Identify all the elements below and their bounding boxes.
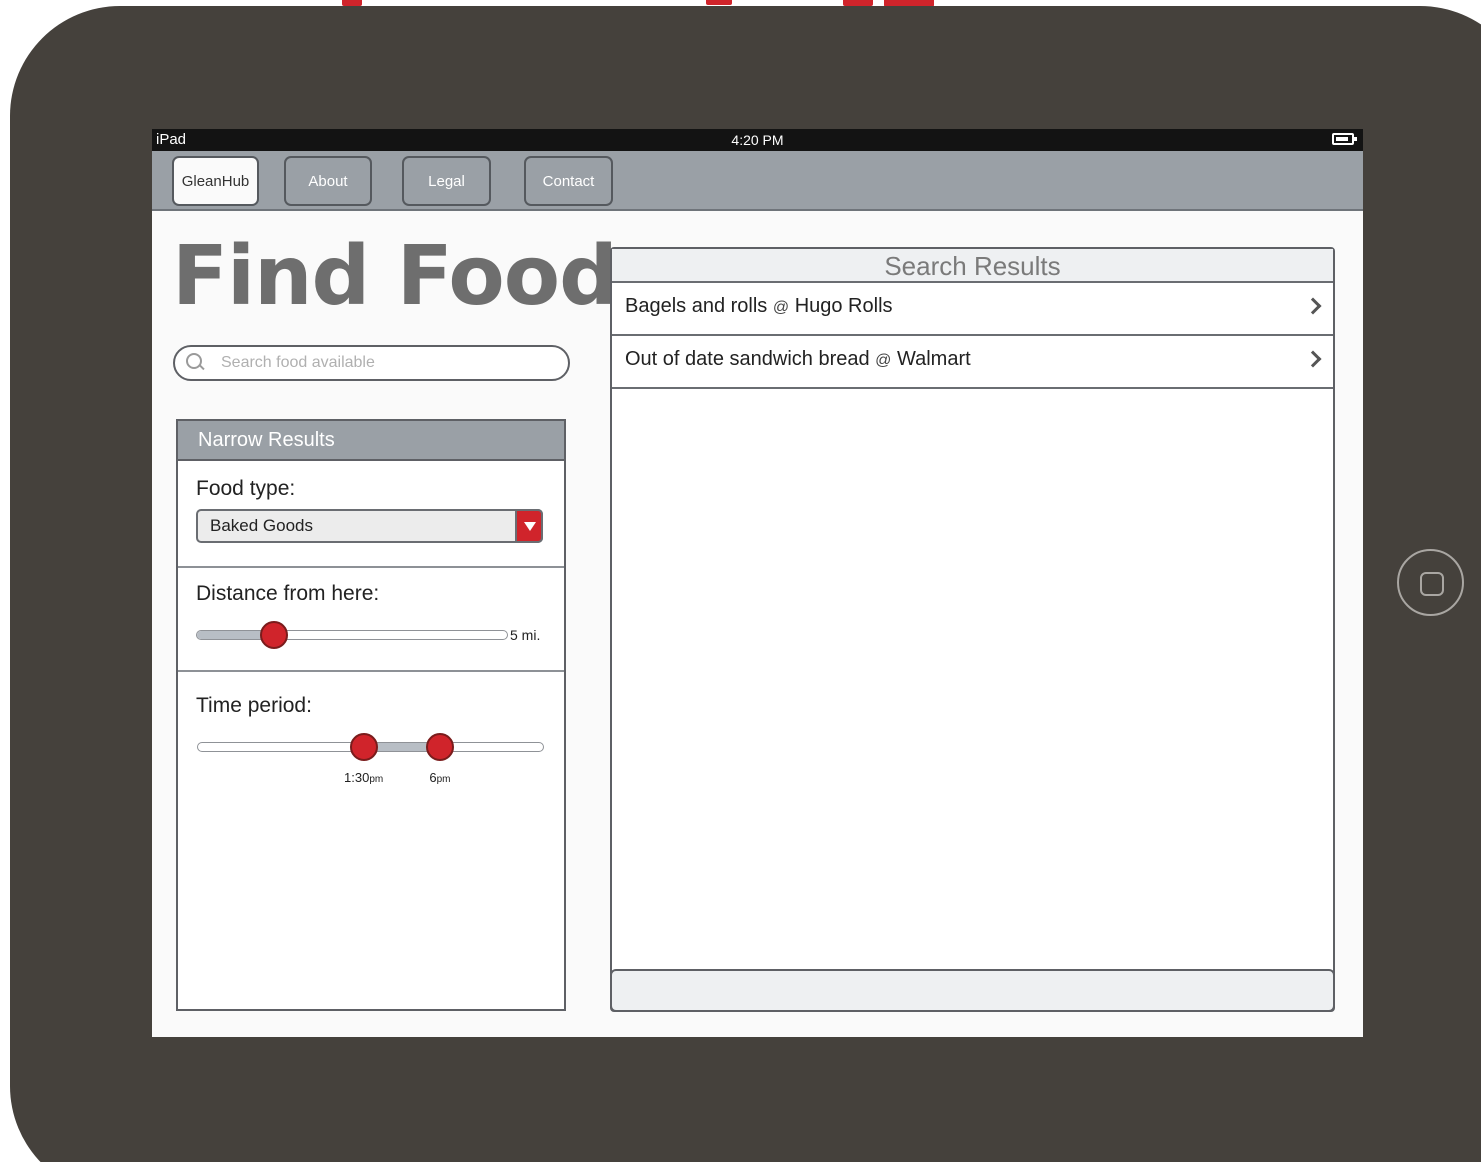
chevron-right-icon: [1304, 297, 1322, 315]
nav-button-about[interactable]: About: [284, 156, 372, 206]
result-at: @: [875, 352, 892, 369]
battery-icon: [1332, 133, 1357, 145]
narrow-results-panel: Narrow Results Food type: Baked Goods Di…: [176, 419, 566, 1011]
result-at: @: [772, 299, 790, 316]
search-icon: [185, 352, 207, 374]
distance-slider-knob[interactable]: [260, 621, 288, 649]
search-bar[interactable]: [173, 345, 570, 381]
distance-slider-track[interactable]: [196, 630, 508, 640]
nav-button-legal[interactable]: Legal: [402, 156, 491, 206]
status-bar: iPad 4:20 PM: [152, 129, 1363, 151]
time-end-suffix: pm: [436, 774, 451, 785]
result-place: Hugo Rolls: [794, 295, 893, 317]
time-start-knob[interactable]: [349, 733, 378, 761]
result-place: Walmart: [896, 348, 971, 370]
time-end-value: 6: [429, 770, 437, 785]
distance-label: Distance from here:: [196, 582, 380, 605]
nav-button-gleanhub[interactable]: GleanHub: [172, 156, 259, 206]
chevron-down-icon[interactable]: [515, 509, 543, 543]
distance-section: Distance from here: 5 mi.: [178, 568, 564, 672]
nav-button-contact[interactable]: Contact: [524, 156, 613, 206]
narrow-results-header: Narrow Results: [178, 421, 564, 461]
distance-max-label: 5 mi.: [510, 627, 541, 643]
home-button[interactable]: [1397, 549, 1464, 616]
page-title: Find Food: [172, 229, 618, 324]
time-start-suffix: pm: [369, 774, 384, 785]
status-time: 4:20 PM: [731, 132, 784, 148]
search-input[interactable]: [221, 354, 541, 372]
time-end-label: 6pm: [429, 770, 450, 785]
time-start-label: 1:30pm: [344, 770, 383, 785]
food-type-section: Food type: Baked Goods: [178, 461, 564, 568]
result-row[interactable]: Bagels and rolls @ Hugo Rolls: [612, 283, 1333, 336]
search-results-panel: Search Results Bagels and rolls @ Hugo R…: [610, 247, 1335, 1012]
time-period-section: Time period: 1:30pm 6pm: [178, 672, 564, 972]
time-period-label: Time period:: [196, 694, 312, 717]
result-item: Out of date sandwich bread: [625, 348, 870, 370]
search-results-header: Search Results: [612, 249, 1333, 283]
food-type-select[interactable]: Baked Goods: [196, 509, 543, 543]
result-row[interactable]: Out of date sandwich bread @ Walmart: [612, 336, 1333, 389]
food-type-label: Food type:: [196, 477, 296, 500]
food-type-selected-value: Baked Goods: [210, 516, 314, 535]
result-item: Bagels and rolls: [625, 295, 768, 317]
time-start-value: 1:30: [344, 770, 370, 785]
time-end-knob[interactable]: [425, 733, 454, 761]
chevron-right-icon: [1304, 350, 1322, 368]
nav-bar: GleanHub About Legal Contact: [152, 151, 1363, 211]
ipad-screen: iPad 4:20 PM GleanHub About Legal Contac…: [152, 129, 1363, 1037]
home-square-icon: [1420, 572, 1444, 596]
results-footer-bar: [610, 969, 1335, 1012]
